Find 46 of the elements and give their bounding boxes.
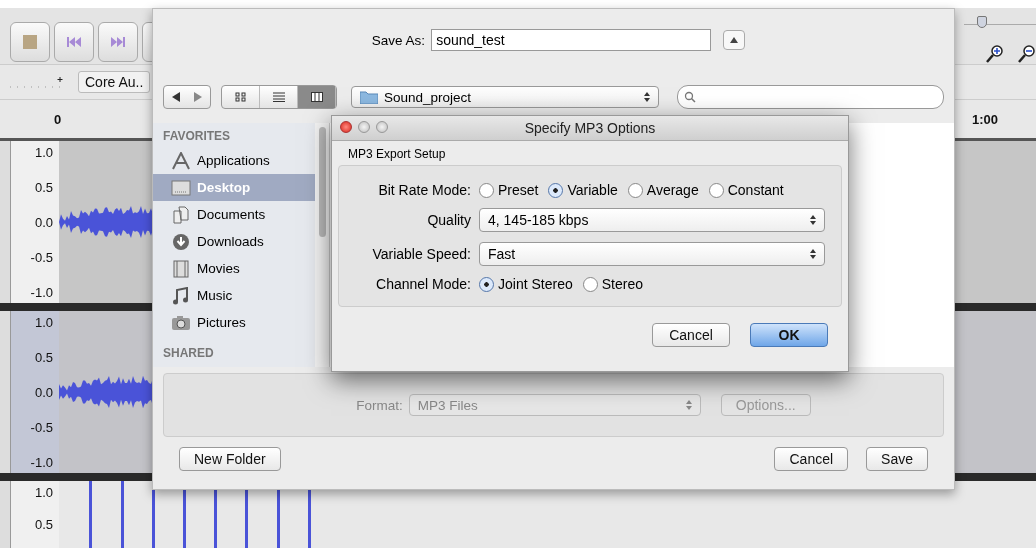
scale-label: -0.5 — [30, 250, 53, 266]
filename-field[interactable]: sound_test — [431, 29, 712, 51]
field-label: Bit Rate Mode: — [377, 182, 471, 198]
scale-label: 1.0 — [34, 145, 53, 161]
sidebar-item[interactable]: Documents — [153, 201, 315, 228]
radio-option[interactable]: Constant — [708, 182, 784, 198]
sidebar-item[interactable]: Downloads — [153, 228, 315, 255]
sidebar-item[interactable]: Music — [153, 282, 315, 309]
scale-label: 0.5 — [34, 350, 53, 366]
radio-option[interactable]: Average — [627, 182, 699, 198]
cancel-button[interactable]: Cancel — [652, 323, 730, 347]
new-folder-button[interactable]: New Folder — [179, 447, 281, 471]
field-label: Channel Mode: — [375, 276, 471, 292]
radio-option[interactable]: Stereo — [582, 276, 643, 292]
scale-label: 0.5 — [34, 517, 53, 533]
radio-option[interactable]: Variable — [548, 182, 618, 198]
dropdown[interactable]: 4, 145-185 kbps — [479, 208, 825, 232]
location-popup[interactable]: Sound_project — [351, 86, 659, 108]
scale-label: 0.5 — [34, 180, 53, 196]
audio-device-select[interactable]: Core Au.. — [78, 71, 151, 93]
cancel-button[interactable]: Cancel — [774, 447, 849, 471]
scale-label: 1.0 — [34, 315, 53, 331]
time-label: 1:00 — [971, 111, 998, 127]
scale-label: -1.0 — [30, 455, 53, 471]
radio-option[interactable]: Preset — [479, 182, 539, 198]
window-title: Specify MP3 Options — [524, 120, 656, 136]
scale-label: -1.0 — [30, 285, 53, 301]
save-button[interactable]: Save — [866, 447, 928, 471]
group-label: MP3 Export Setup — [347, 146, 447, 163]
ok-button[interactable]: OK — [750, 323, 828, 347]
scale-label: 1.0 — [34, 485, 53, 501]
field-label: Variable Speed: — [371, 246, 471, 262]
time-label: 0 — [54, 111, 62, 127]
scale-label: -0.5 — [30, 420, 53, 436]
sidebar-item[interactable]: Pictures — [153, 309, 315, 336]
sidebar-heading: FAVORITES — [162, 128, 232, 145]
save-as-label: Save As: — [371, 32, 426, 48]
sidebar-item[interactable]: Movies — [153, 255, 315, 282]
field-label: Quality — [426, 212, 471, 228]
radio-option[interactable]: Joint Stereo — [479, 276, 573, 292]
sidebar-heading: SHARED — [162, 345, 215, 362]
format-label: Format: — [356, 397, 403, 413]
scale-label: 0.0 — [34, 385, 53, 401]
dropdown[interactable]: Fast — [479, 242, 825, 266]
scale-label: 0.0 — [34, 215, 53, 231]
sidebar-item[interactable]: Applications — [153, 147, 315, 174]
